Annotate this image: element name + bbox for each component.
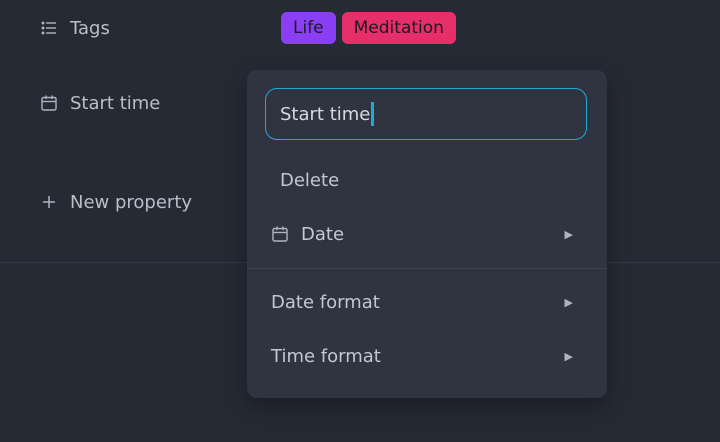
property-type-label: Date [301, 223, 345, 245]
new-property-label: New property [70, 191, 193, 213]
property-name-input[interactable]: Start time [265, 88, 587, 140]
property-name-value: Start time [280, 103, 371, 125]
tag-life[interactable]: Life [281, 12, 336, 44]
property-row-start-time[interactable]: Start time [40, 89, 160, 117]
popup-divider [247, 268, 607, 269]
property-label-start-time: Start time [70, 92, 161, 114]
plus-icon [40, 193, 58, 211]
new-property-button[interactable]: New property [40, 188, 192, 216]
date-format-menu-item[interactable]: Date format ▶ [271, 284, 583, 320]
property-row-tags[interactable]: Tags [40, 14, 110, 42]
list-icon [40, 19, 58, 37]
delete-label: Delete [280, 169, 340, 191]
chevron-right-icon: ▶ [564, 349, 573, 363]
chevron-right-icon: ▶ [564, 227, 573, 241]
time-format-label: Time format [271, 345, 381, 367]
text-caret [371, 102, 375, 126]
calendar-icon [271, 225, 289, 243]
tag-meditation[interactable]: Meditation [341, 12, 456, 44]
date-format-label: Date format [271, 291, 380, 313]
property-label-tags: Tags [70, 17, 110, 39]
property-type-menu-item[interactable]: Date ▶ [271, 216, 583, 252]
property-edit-popup: Start time Delete Date ▶ Date format ▶ T… [247, 70, 607, 398]
time-format-menu-item[interactable]: Time format ▶ [271, 338, 583, 374]
calendar-icon [40, 94, 58, 112]
delete-property-button[interactable]: Delete [280, 162, 583, 198]
chevron-right-icon: ▶ [564, 295, 573, 309]
tags-list: Life Meditation [281, 12, 456, 44]
